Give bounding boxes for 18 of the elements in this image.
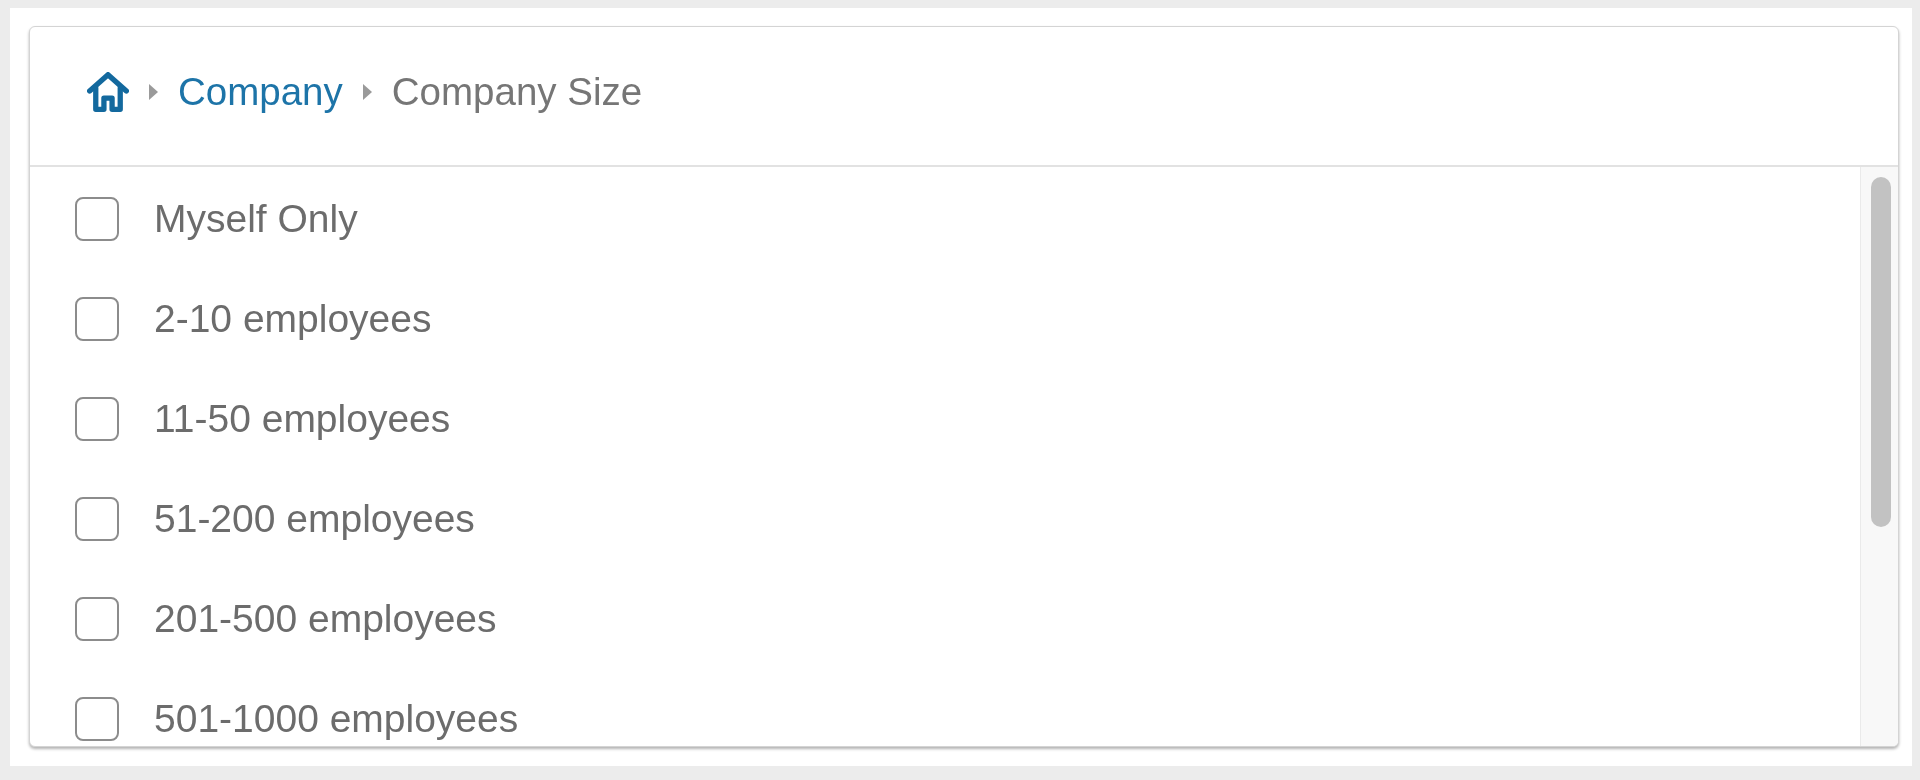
breadcrumb-current: Company Size	[391, 69, 643, 115]
breadcrumb-link[interactable]: Company	[178, 69, 343, 115]
checkbox[interactable]	[75, 397, 119, 441]
caret-icon	[149, 84, 158, 100]
checkbox[interactable]	[75, 697, 119, 741]
checkbox[interactable]	[75, 297, 119, 341]
caret-icon	[362, 84, 372, 100]
option-label: 2-10 employees	[154, 296, 432, 342]
option-label: 501-1000 employees	[154, 696, 519, 742]
scrollbar-thumb[interactable]	[1871, 177, 1891, 527]
checkbox[interactable]	[75, 597, 119, 641]
option-label: Myself Only	[154, 196, 358, 242]
checkbox[interactable]	[75, 497, 119, 541]
home-icon[interactable]	[87, 72, 129, 112]
option-label: 201-500 employees	[154, 596, 497, 642]
option-label: 11-50 employees	[154, 396, 451, 442]
option-label: 51-200 employees	[154, 496, 475, 542]
checkbox[interactable]	[75, 197, 119, 241]
